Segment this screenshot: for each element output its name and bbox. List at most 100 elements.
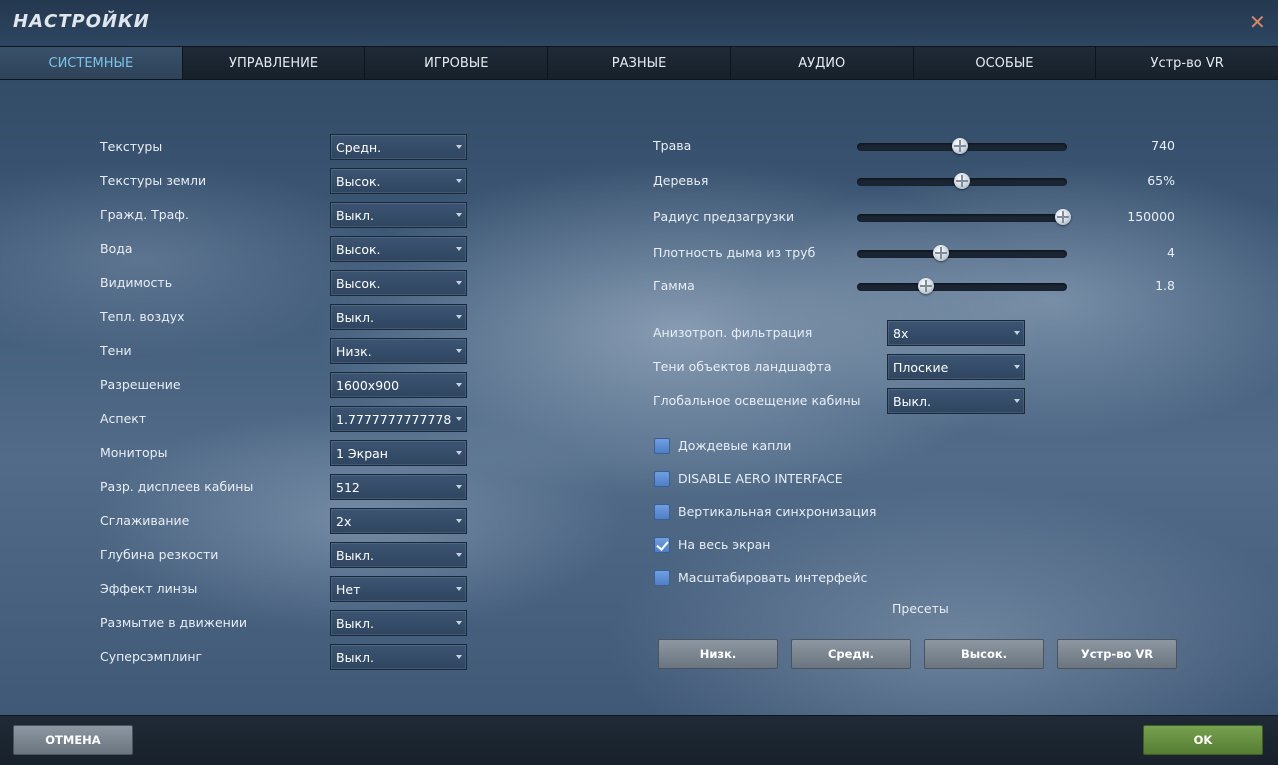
setting-label: Тени объектов ландшафта	[653, 359, 832, 374]
slider-value: 65%	[1147, 173, 1175, 188]
select-value: Плоские	[893, 360, 949, 375]
setting-row-supersampling: Суперсэмплинг Выкл.	[100, 644, 467, 670]
vsync-checkbox[interactable]	[654, 504, 670, 520]
slider-handle[interactable]	[954, 173, 970, 189]
setting-row-heat-blur: Тепл. воздух Выкл.	[100, 304, 467, 330]
rain-drops-checkbox[interactable]	[654, 438, 670, 454]
setting-row-antialiasing: Сглаживание 2x	[100, 508, 467, 534]
select-value: 1.7777777777778	[336, 412, 452, 427]
chevron-down-icon	[456, 485, 462, 489]
slider-handle[interactable]	[918, 278, 935, 294]
setting-row-shadows: Тени Низк.	[100, 338, 467, 364]
cockpit-displays-select[interactable]: 512	[330, 474, 467, 500]
smoke-density-slider[interactable]	[857, 245, 1067, 261]
antialiasing-select[interactable]: 2x	[330, 508, 467, 534]
preset-low-button[interactable]: Низк.	[658, 639, 778, 669]
water-select[interactable]: Высок.	[330, 236, 467, 262]
disable-aero-checkbox[interactable]	[654, 471, 670, 487]
slider-value: 740	[1151, 138, 1175, 153]
tab-gameplay[interactable]: ИГРОВЫЕ	[365, 47, 549, 79]
textures-select[interactable]: Средн.	[330, 134, 467, 160]
tab-system[interactable]: СИСТЕМНЫЕ	[0, 47, 183, 79]
preset-vr-button[interactable]: Устр-во VR	[1057, 639, 1177, 669]
cancel-button[interactable]: ОТМЕНА	[13, 725, 133, 755]
lens-effect-select[interactable]: Нет	[330, 576, 467, 602]
footer-bar: ОТМЕНА OK	[0, 715, 1278, 765]
resolution-select[interactable]: 1600x900	[330, 372, 467, 398]
select-value: Выкл.	[336, 616, 374, 631]
monitors-select[interactable]: 1 Экран	[330, 440, 467, 466]
chevron-down-icon	[456, 451, 462, 455]
tab-audio[interactable]: АУДИО	[730, 47, 914, 79]
anisotropic-select[interactable]: 8x	[887, 320, 1025, 346]
checkbox-label: Дождевые капли	[678, 438, 792, 453]
chevron-down-icon	[1014, 331, 1020, 335]
terrain-shadows-select[interactable]: Плоские	[887, 354, 1025, 380]
setting-label: Гражд. Траф.	[100, 207, 189, 222]
motion-blur-select[interactable]: Выкл.	[330, 610, 467, 636]
chevron-down-icon	[456, 553, 462, 557]
setting-row-monitors: Мониторы 1 Экран	[100, 440, 467, 466]
setting-row-cockpit-displays: Разр. дисплеев кабины 512	[100, 474, 467, 500]
depth-of-field-select[interactable]: Выкл.	[330, 542, 467, 568]
checkbox-label: Масштабировать интерфейс	[678, 570, 868, 585]
slider-handle[interactable]	[951, 138, 968, 154]
close-icon[interactable]: ✕	[1249, 12, 1266, 32]
ok-button[interactable]: OK	[1143, 725, 1263, 755]
visibility-select[interactable]: Высок.	[330, 270, 467, 296]
setting-label: Мониторы	[100, 445, 168, 460]
setting-label: Глобальное освещение кабины	[653, 393, 861, 408]
scale-ui-checkbox[interactable]	[654, 570, 670, 586]
checkbox-label: На весь экран	[678, 537, 771, 552]
aspect-select[interactable]: 1.7777777777778	[330, 406, 467, 432]
supersampling-select[interactable]: Выкл.	[330, 644, 467, 670]
setting-label: Сглаживание	[100, 513, 190, 528]
select-value: Средн.	[336, 140, 382, 155]
tab-special[interactable]: ОСОБЫЕ	[913, 47, 1097, 79]
slider-row-preload-radius: Радиус предзагрузки 150000	[653, 207, 1178, 229]
civil-traffic-select[interactable]: Выкл.	[330, 202, 467, 228]
heat-blur-select[interactable]: Выкл.	[330, 304, 467, 330]
tab-vr[interactable]: Устр-во VR	[1096, 47, 1278, 79]
select-value: Высок.	[336, 174, 381, 189]
chevron-down-icon	[456, 281, 462, 285]
select-value: Выкл.	[893, 394, 931, 409]
setting-row-depth-of-field: Глубина резкости Выкл.	[100, 542, 467, 568]
slider-value: 1.8	[1155, 278, 1175, 293]
grass-slider[interactable]	[857, 138, 1067, 154]
select-value: Выкл.	[336, 208, 374, 223]
checkbox-label: Вертикальная синхронизация	[678, 504, 877, 519]
setting-label: Текстуры	[100, 139, 163, 154]
slider-row-grass: Трава 740	[653, 136, 1178, 158]
setting-row-cockpit-gi: Глобальное освещение кабины Выкл.	[653, 388, 1025, 414]
select-value: Высок.	[336, 276, 381, 291]
setting-label: Аспект	[100, 411, 147, 426]
setting-label: Вода	[100, 241, 133, 256]
chevron-down-icon	[1014, 365, 1020, 369]
slider-handle[interactable]	[933, 245, 949, 261]
tab-misc[interactable]: РАЗНЫЕ	[548, 47, 731, 79]
terrain-textures-select[interactable]: Высок.	[330, 168, 467, 194]
chevron-down-icon	[456, 247, 462, 251]
preset-medium-button[interactable]: Средн.	[791, 639, 911, 669]
slider-row-smoke-density: Плотность дыма из труб 4	[653, 243, 1178, 265]
select-value: 1600x900	[336, 378, 400, 393]
slider-label: Трава	[653, 138, 692, 153]
cockpit-gi-select[interactable]: Выкл.	[887, 388, 1025, 414]
slider-handle[interactable]	[1054, 209, 1071, 225]
trees-slider[interactable]	[857, 173, 1067, 189]
chevron-down-icon	[456, 519, 462, 523]
preload-radius-slider[interactable]	[857, 209, 1071, 225]
shadows-select[interactable]: Низк.	[330, 338, 467, 364]
fullscreen-checkbox[interactable]	[654, 537, 670, 553]
setting-label: Эффект линзы	[100, 581, 198, 596]
slider-label: Радиус предзагрузки	[653, 209, 795, 224]
preset-high-button[interactable]: Высок.	[924, 639, 1044, 669]
select-value: Выкл.	[336, 650, 374, 665]
setting-label: Глубина резкости	[100, 547, 219, 562]
setting-row-terrain-shadows: Тени объектов ландшафта Плоские	[653, 354, 1025, 380]
setting-label: Разр. дисплеев кабины	[100, 479, 254, 494]
gamma-slider[interactable]	[857, 278, 1067, 294]
chevron-down-icon	[456, 655, 462, 659]
tab-controls[interactable]: УПРАВЛЕНИЕ	[182, 47, 366, 79]
